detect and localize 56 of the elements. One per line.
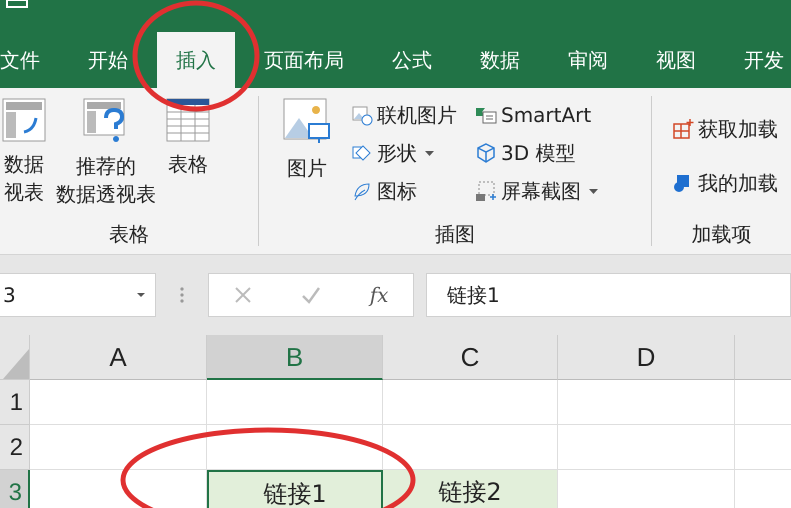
check-icon[interactable] xyxy=(300,286,321,304)
ribbon-button[interactable]: 图片 xyxy=(281,98,333,220)
row-header[interactable]: 2 xyxy=(0,425,30,470)
column-header[interactable] xyxy=(735,335,791,380)
insert-function-button[interactable]: fx xyxy=(370,283,388,307)
group-label: 加载项 xyxy=(690,221,752,248)
row-header[interactable]: 3 xyxy=(0,470,30,508)
ribbon-button[interactable]: 形状 xyxy=(351,136,457,170)
ribbon-button[interactable]: 推荐的 数据透视表 xyxy=(54,98,158,220)
ribbon-button[interactable]: 获取加载 xyxy=(672,112,778,146)
store-icon xyxy=(672,118,694,140)
table-cell[interactable] xyxy=(383,380,558,425)
cube-icon xyxy=(475,142,497,164)
ribbon-button[interactable]: 我的加载 xyxy=(672,166,778,200)
ribbon-tab[interactable]: 审阅 xyxy=(549,32,627,88)
table-cell[interactable]: 链接1 xyxy=(207,470,383,508)
ribbon-tab[interactable]: 开发 xyxy=(725,32,791,88)
ribbon-button[interactable]: SmartArt xyxy=(475,98,598,132)
group-label: 表格 xyxy=(108,221,150,248)
ribbon-tab[interactable]: 开始 xyxy=(69,32,147,88)
table-cell[interactable] xyxy=(30,380,207,425)
column-header[interactable]: A xyxy=(30,335,207,380)
name-box[interactable]: 3 xyxy=(0,273,156,317)
ribbon-tab[interactable]: 数据 xyxy=(461,32,539,88)
save-icon[interactable] xyxy=(6,0,28,8)
table-cell[interactable] xyxy=(30,425,207,470)
caret-icon xyxy=(589,188,598,194)
caret-icon xyxy=(137,293,145,297)
column-header[interactable]: C xyxy=(383,335,558,380)
ribbon-button[interactable]: 屏幕截图 xyxy=(475,174,598,208)
picture-icon xyxy=(283,98,331,146)
column-header[interactable]: B xyxy=(207,335,383,380)
table-cell[interactable] xyxy=(558,425,735,470)
table-cell[interactable] xyxy=(207,380,383,425)
ribbon-button[interactable]: 图标 xyxy=(351,174,457,208)
ribbon-button[interactable]: 3D 模型 xyxy=(475,136,598,170)
ribbon-button[interactable]: 联机图片 xyxy=(351,98,457,132)
select-all-corner[interactable] xyxy=(0,335,30,380)
ribbon-tab[interactable]: 公式 xyxy=(373,32,451,88)
formula-field[interactable]: 链接1 xyxy=(426,273,791,317)
column-header[interactable]: D xyxy=(558,335,735,380)
ribbon-tab[interactable]: 文件 xyxy=(0,32,59,88)
ribbon-button[interactable]: 数据 视表 xyxy=(0,98,48,220)
cancel-icon[interactable] xyxy=(234,286,252,304)
caret-icon xyxy=(425,150,434,156)
ribbon-tab[interactable]: 页面布局 xyxy=(245,32,363,88)
ribbon-tab[interactable]: 插入 xyxy=(157,32,235,88)
ribbon-button[interactable]: 表格 xyxy=(164,98,212,220)
table-cell[interactable]: 链接2 xyxy=(383,470,558,508)
table-cell[interactable] xyxy=(558,380,735,425)
online-picture-icon xyxy=(351,104,373,126)
row-header[interactable]: 1 xyxy=(0,380,30,425)
group-label: 插图 xyxy=(434,221,476,248)
grip-icon[interactable] xyxy=(180,286,184,304)
screenshot-icon xyxy=(475,180,497,202)
ribbon-tab[interactable]: 视图 xyxy=(637,32,715,88)
